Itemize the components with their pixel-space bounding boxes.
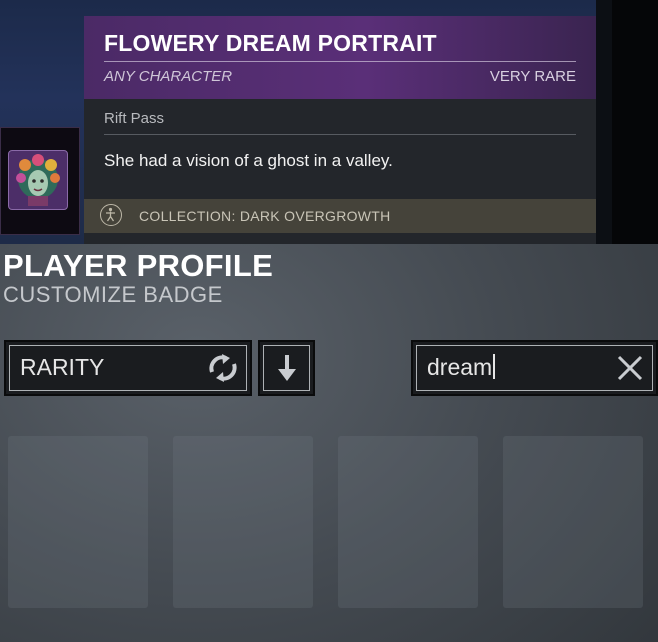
rarity-filter-label: RARITY — [20, 354, 105, 380]
search-input[interactable]: dream — [411, 340, 658, 396]
item-source: Rift Pass — [104, 110, 165, 127]
badge-card-slot[interactable] — [8, 436, 148, 608]
search-input-value: dream — [427, 354, 496, 381]
collection-figure-icon — [100, 204, 122, 226]
page-subtitle: CUSTOMIZE BADGE — [3, 282, 223, 307]
collection-footer: COLLECTION: DARK OVERGROWTH — [84, 199, 596, 233]
tooltip-header: FLOWERY DREAM PORTRAIT ANY CHARACTER VER… — [84, 16, 596, 99]
text-caret — [493, 354, 496, 379]
badge-card-slot[interactable] — [503, 436, 643, 608]
source-divider — [104, 134, 576, 135]
header-divider — [104, 61, 576, 62]
rarity-filter-dropdown[interactable]: RARITY — [4, 340, 252, 396]
refresh-icon[interactable] — [206, 352, 240, 389]
page-title: PLAYER PROFILE — [3, 248, 274, 283]
collection-label: COLLECTION: DARK OVERGROWTH — [139, 208, 391, 224]
flowery-dream-portrait-image — [8, 150, 68, 210]
item-rarity: VERY RARE — [489, 68, 576, 85]
item-description: She had a vision of a ghost in a valley. — [104, 151, 393, 170]
search-text: dream — [427, 354, 493, 380]
item-tooltip: FLOWERY DREAM PORTRAIT ANY CHARACTER VER… — [84, 16, 596, 244]
close-icon[interactable] — [616, 354, 644, 387]
sort-arrow-down-icon — [274, 352, 300, 389]
badge-card-slot[interactable] — [338, 436, 478, 608]
sort-order-button[interactable] — [258, 340, 315, 396]
background-shadow-edge — [612, 0, 658, 244]
badge-card-slot[interactable] — [173, 436, 313, 608]
item-owner: ANY CHARACTER — [104, 68, 233, 85]
selected-badge-thumbnail[interactable] — [0, 127, 80, 235]
item-title: FLOWERY DREAM PORTRAIT — [104, 30, 437, 56]
